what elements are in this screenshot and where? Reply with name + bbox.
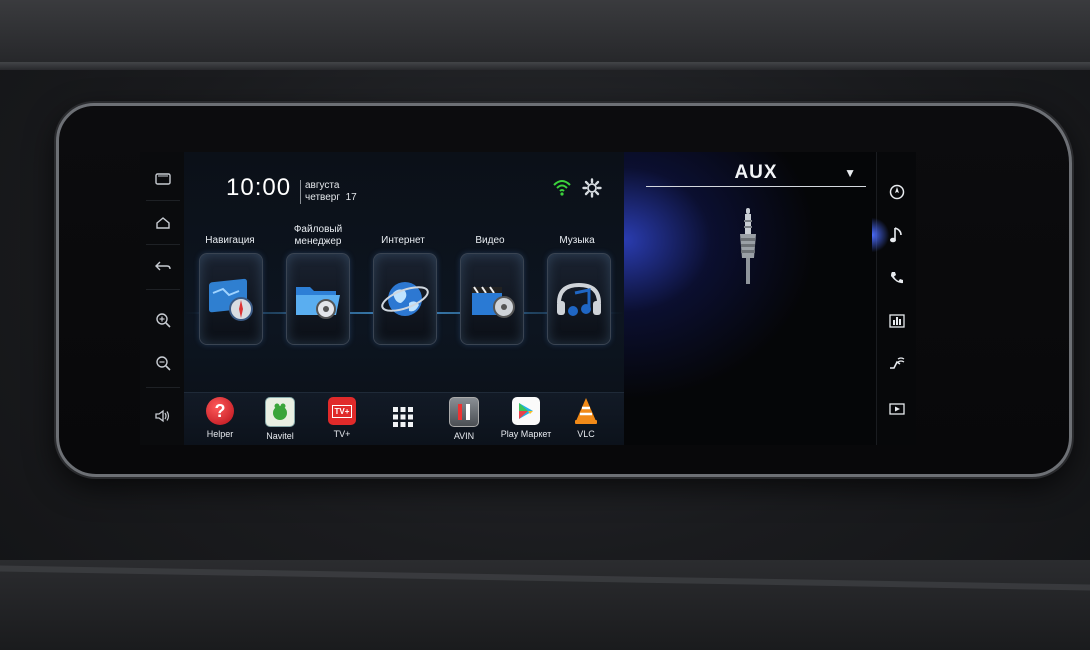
file-manager-icon	[296, 287, 340, 319]
navitel-icon	[265, 397, 295, 427]
tile-navigation[interactable]	[199, 253, 263, 345]
tile-label-video: Видео	[475, 235, 505, 246]
play-market-icon	[512, 397, 540, 425]
nav-divider	[146, 387, 180, 388]
head-unit-screen: 10:00 августа четверг 17 Навигация Файло…	[140, 152, 916, 445]
app-dock: ? Helper Navitel TV+ TV+ AVIN Play Марке…	[184, 392, 624, 445]
video-player-icon[interactable]	[884, 396, 910, 422]
tile-label-music: Музыка	[559, 235, 595, 246]
clock-time: 10:00	[226, 174, 292, 201]
date-weekday: четверг	[305, 192, 340, 203]
dock-item-play-market[interactable]: Play Маркет	[494, 397, 558, 439]
date-day: 17	[345, 192, 357, 203]
music-note-icon[interactable]	[872, 218, 910, 252]
active-indicator	[872, 218, 890, 252]
tile-music[interactable]	[547, 253, 611, 345]
dock-label-avin: AVIN	[453, 431, 475, 441]
nav-divider	[146, 289, 180, 290]
dashboard-top	[0, 0, 1090, 70]
date-month: августа	[305, 180, 340, 191]
home-icon[interactable]	[150, 210, 176, 236]
helper-icon: ?	[206, 397, 234, 425]
dock-label-tv-plus: TV+	[333, 429, 351, 439]
wifi-icon[interactable]	[552, 178, 572, 198]
dock-item-vlc[interactable]: VLC	[554, 397, 618, 439]
tile-file-manager[interactable]	[286, 253, 350, 345]
clock-date: августа четверг 17	[300, 180, 357, 204]
nav-divider	[146, 200, 180, 201]
settings-icon[interactable]	[582, 178, 602, 198]
aux-jack-icon	[734, 208, 762, 284]
right-nav	[872, 152, 916, 445]
tv-plus-badge: TV+	[331, 404, 353, 418]
aux-title: AUX	[734, 162, 778, 183]
volume-icon[interactable]	[150, 403, 176, 429]
back-icon[interactable]	[150, 253, 176, 279]
app-drawer-icon	[389, 403, 417, 431]
tile-label-file-manager-text: Файловый менеджер	[293, 224, 343, 247]
tile-internet[interactable]	[373, 253, 437, 345]
dock-item-avin[interactable]: AVIN	[432, 397, 496, 441]
tile-video[interactable]	[460, 253, 524, 345]
launcher-area: 10:00 августа четверг 17 Навигация Файло…	[184, 152, 624, 445]
tile-label-file-manager: Файловый менеджер	[278, 224, 358, 248]
zoom-in-icon[interactable]	[150, 307, 176, 333]
tile-label-navigation: Навигация	[205, 235, 255, 246]
navigation-icon	[209, 278, 253, 321]
internet-icon	[381, 282, 429, 316]
dock-label-helper: Helper	[206, 429, 234, 439]
music-icon	[557, 282, 601, 316]
tile-label-internet: Интернет	[381, 235, 425, 246]
zoom-out-icon[interactable]	[150, 350, 176, 376]
dock-label-navitel: Navitel	[266, 431, 294, 441]
left-nav	[140, 152, 184, 445]
dashboard-trim	[0, 62, 1090, 70]
phone-icon[interactable]	[884, 265, 910, 291]
equalizer-icon[interactable]	[884, 308, 910, 334]
compass-icon[interactable]	[884, 179, 910, 205]
dock-label-vlc: VLC	[577, 429, 595, 439]
dock-item-navitel[interactable]: Navitel	[248, 397, 312, 441]
video-icon	[472, 286, 515, 318]
climate-icon[interactable]	[884, 351, 910, 377]
avin-icon	[449, 397, 479, 427]
dock-label-play-market: Play Маркет	[500, 429, 552, 439]
recent-apps-icon[interactable]	[150, 166, 176, 192]
dropdown-arrow-icon[interactable]: ▼	[844, 166, 856, 180]
aux-source-selector[interactable]: AUX ▼	[646, 158, 866, 187]
dock-item-helper[interactable]: ? Helper	[188, 397, 252, 439]
dock-item-app-drawer[interactable]	[371, 397, 435, 431]
dock-item-tv-plus[interactable]: TV+ TV+	[310, 397, 374, 439]
vlc-icon	[572, 397, 600, 425]
aux-panel: AUX ▼	[624, 152, 870, 445]
tv-plus-icon: TV+	[328, 397, 356, 425]
nav-divider	[146, 244, 180, 245]
